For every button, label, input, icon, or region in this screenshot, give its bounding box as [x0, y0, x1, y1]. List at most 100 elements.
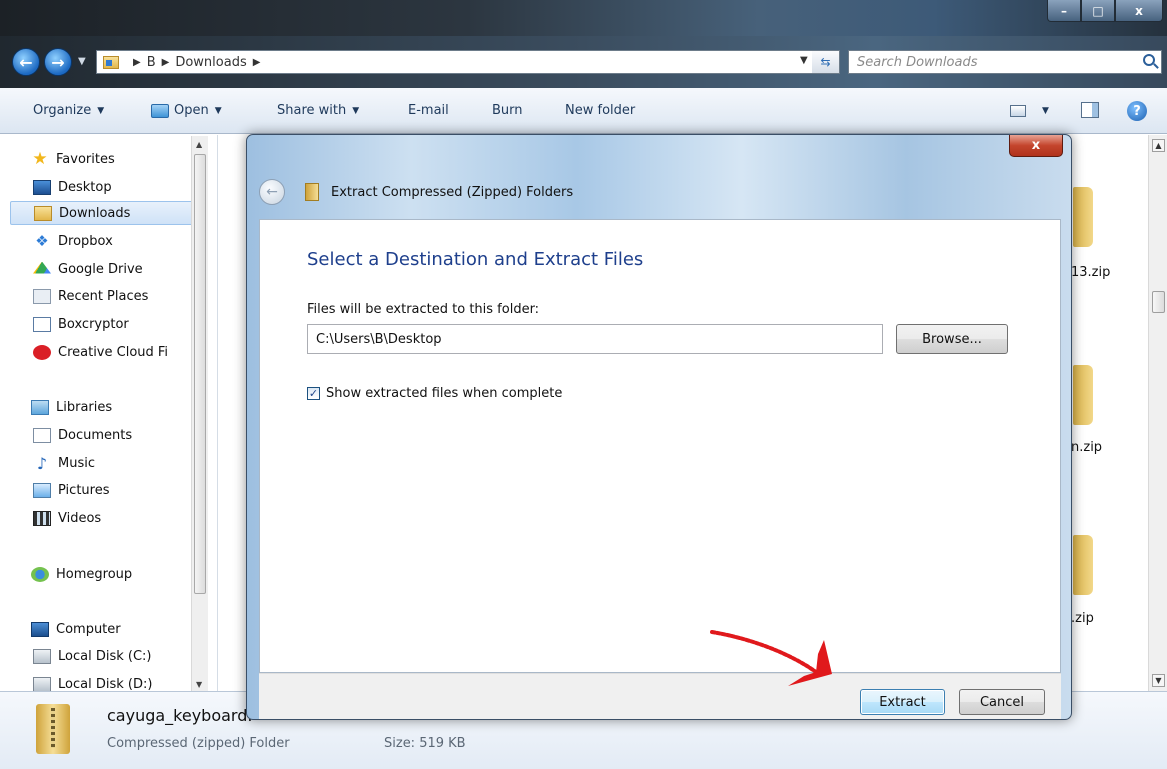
- nav-computer[interactable]: Computer: [31, 617, 121, 641]
- file-name[interactable]: 13.zip: [1071, 265, 1110, 280]
- open-folder-icon: [151, 103, 169, 118]
- refresh-button[interactable]: ⇆: [812, 50, 840, 74]
- dialog-heading: Select a Destination and Extract Files: [307, 249, 644, 270]
- nav-item-boxcryptor[interactable]: Boxcryptor: [33, 312, 129, 336]
- file-view-scrollbar[interactable]: ▲ ▼: [1148, 135, 1167, 691]
- dialog-close-button[interactable]: x: [1009, 135, 1063, 157]
- zip-file-icon[interactable]: [1073, 187, 1093, 247]
- dialog-content: Select a Destination and Extract Files F…: [259, 219, 1061, 673]
- file-name[interactable]: .zip: [1071, 611, 1094, 626]
- nav-label: Videos: [58, 510, 102, 526]
- nav-item-google-drive[interactable]: Google Drive: [33, 257, 143, 281]
- change-view-icon[interactable]: [1010, 105, 1026, 117]
- nav-label: Documents: [58, 427, 133, 443]
- nav-label: Google Drive: [58, 261, 143, 277]
- navigation-pane: ★ Favorites Desktop Downloads ❖ Dropbox Go…: [0, 135, 218, 692]
- breadcrumb-user[interactable]: B: [147, 55, 156, 70]
- address-bar[interactable]: ▶ B ▶ Downloads ▶: [96, 50, 836, 74]
- downloads-folder-icon: [34, 205, 52, 221]
- nav-label: Local Disk (C:): [58, 648, 152, 664]
- google-drive-icon: [33, 261, 51, 274]
- address-history-dropdown[interactable]: ▼: [800, 55, 808, 66]
- chevron-right-icon[interactable]: ▶: [253, 57, 261, 68]
- nav-homegroup[interactable]: Homegroup: [31, 562, 132, 586]
- local-disk-icon: [33, 648, 51, 664]
- nav-label: Libraries: [56, 399, 113, 415]
- cancel-button[interactable]: Cancel: [959, 689, 1045, 715]
- show-extracted-files-checkbox[interactable]: ✓ Show extracted files when complete: [307, 386, 562, 401]
- videos-icon: [33, 510, 51, 526]
- search-icon[interactable]: [1143, 54, 1155, 66]
- nav-item-creative-cloud[interactable]: Creative Cloud Fi: [33, 340, 168, 364]
- destination-label: Files will be extracted to this folder:: [307, 302, 540, 317]
- window-titlebar: – □ x: [0, 0, 1167, 36]
- forward-button[interactable]: →: [44, 48, 72, 76]
- search-input[interactable]: Search Downloads: [848, 50, 1162, 74]
- nav-item-documents[interactable]: Documents: [33, 423, 132, 447]
- file-name[interactable]: n.zip: [1071, 440, 1102, 455]
- scrollbar-thumb[interactable]: [194, 154, 206, 594]
- dropbox-icon: ❖: [35, 231, 49, 250]
- window-caption-buttons: – □ x: [1047, 0, 1163, 22]
- checkbox-checked-icon[interactable]: ✓: [307, 387, 320, 400]
- nav-item-recent-places[interactable]: Recent Places: [33, 284, 148, 308]
- nav-label: Dropbox: [58, 233, 113, 249]
- dialog-back-button[interactable]: ←: [259, 179, 285, 205]
- downloads-folder-icon: [103, 55, 119, 69]
- scroll-up-icon[interactable]: ▲: [196, 140, 202, 149]
- chevron-down-icon: ▼: [352, 105, 360, 116]
- extract-button[interactable]: Extract: [860, 689, 945, 715]
- preview-pane-icon[interactable]: [1081, 102, 1099, 118]
- chevron-down-icon[interactable]: ▼: [1042, 106, 1049, 116]
- nav-pane-scrollbar[interactable]: ▲ ▼: [191, 136, 208, 691]
- email-button[interactable]: E-mail: [408, 103, 449, 118]
- help-icon[interactable]: ?: [1127, 101, 1147, 121]
- zip-file-icon[interactable]: [1073, 535, 1093, 595]
- nav-label: Pictures: [58, 482, 110, 498]
- nav-favorites[interactable]: ★ Favorites: [31, 147, 114, 171]
- nav-item-music[interactable]: ♪ Music: [33, 451, 95, 475]
- show-extracted-files-label: Show extracted files when complete: [326, 386, 563, 401]
- open-button[interactable]: Open ▼: [151, 103, 222, 118]
- chevron-right-icon[interactable]: ▶: [162, 57, 170, 68]
- organize-button[interactable]: Organize ▼: [33, 103, 104, 118]
- breadcrumb-downloads[interactable]: Downloads: [175, 55, 246, 70]
- share-with-label: Share with: [277, 103, 347, 118]
- new-folder-button[interactable]: New folder: [565, 103, 635, 118]
- documents-icon: [33, 427, 51, 443]
- browse-button[interactable]: Browse...: [896, 324, 1008, 354]
- recent-pages-dropdown[interactable]: ▼: [78, 56, 86, 67]
- minimize-button[interactable]: –: [1047, 0, 1081, 22]
- scroll-down-icon[interactable]: ▼: [196, 680, 202, 689]
- computer-icon: [31, 621, 49, 637]
- nav-item-desktop[interactable]: Desktop: [33, 175, 112, 199]
- extract-dialog: x ← Extract Compressed (Zipped) Folders …: [246, 134, 1072, 720]
- nav-item-downloads[interactable]: Downloads: [10, 201, 198, 225]
- libraries-icon: [31, 399, 49, 415]
- chevron-down-icon: ▼: [97, 105, 105, 116]
- nav-item-local-disk-c[interactable]: Local Disk (C:): [33, 644, 151, 668]
- star-icon: ★: [32, 148, 48, 169]
- pictures-icon: [33, 482, 51, 498]
- burn-button[interactable]: Burn: [492, 103, 523, 118]
- share-with-button[interactable]: Share with ▼: [277, 103, 359, 118]
- maximize-button[interactable]: □: [1081, 0, 1115, 22]
- chevron-right-icon[interactable]: ▶: [133, 57, 141, 68]
- nav-label: Downloads: [59, 205, 131, 221]
- homegroup-icon: [31, 566, 49, 582]
- close-window-button[interactable]: x: [1115, 0, 1163, 22]
- nav-libraries[interactable]: Libraries: [31, 395, 112, 419]
- scroll-up-icon[interactable]: ▲: [1152, 139, 1165, 152]
- nav-label: Boxcryptor: [58, 316, 129, 332]
- refresh-icon: ⇆: [820, 55, 831, 69]
- zip-file-icon[interactable]: [1073, 365, 1093, 425]
- nav-label: Recent Places: [58, 288, 149, 304]
- local-disk-icon: [33, 676, 51, 692]
- destination-path-input[interactable]: [307, 324, 883, 354]
- scroll-down-icon[interactable]: ▼: [1152, 674, 1165, 687]
- back-button[interactable]: ←: [12, 48, 40, 76]
- nav-item-dropbox[interactable]: ❖ Dropbox: [33, 229, 113, 253]
- nav-item-videos[interactable]: Videos: [33, 506, 101, 530]
- scrollbar-thumb[interactable]: [1152, 291, 1165, 313]
- nav-item-pictures[interactable]: Pictures: [33, 478, 109, 502]
